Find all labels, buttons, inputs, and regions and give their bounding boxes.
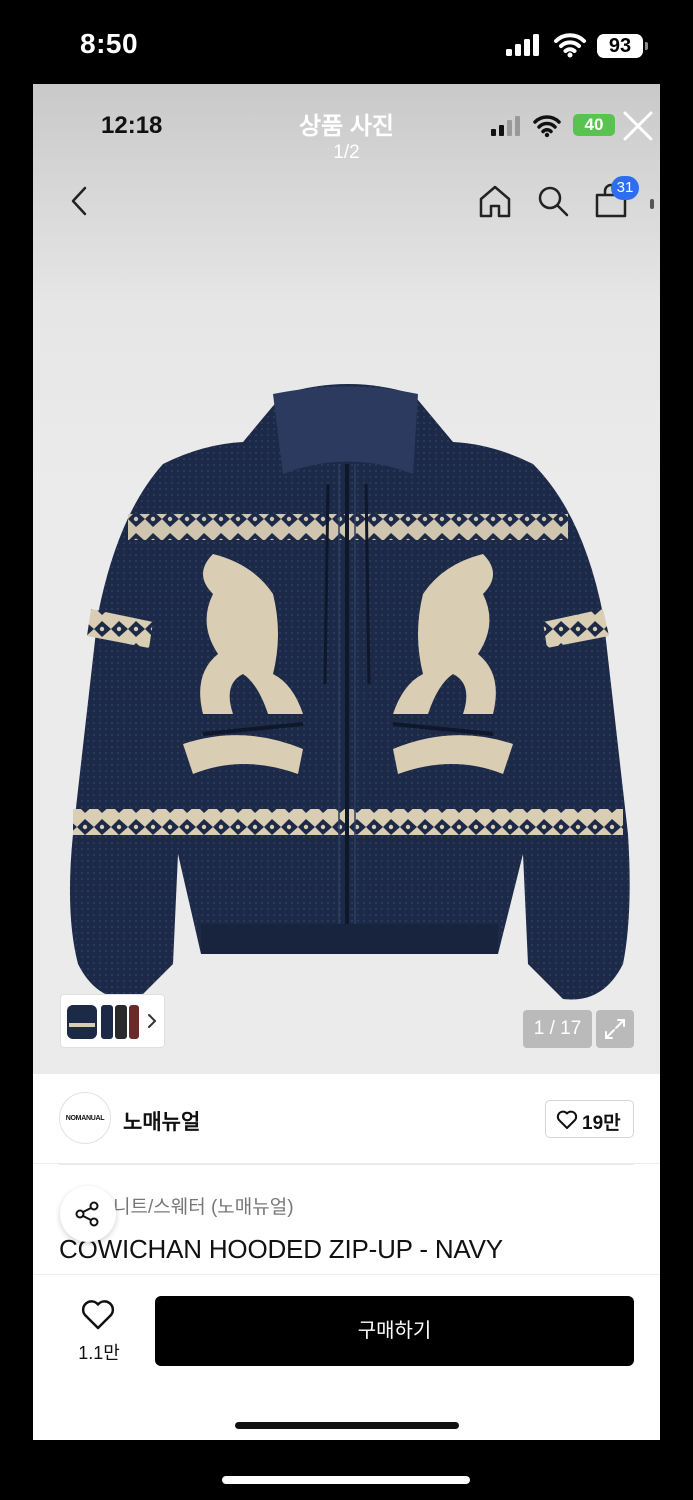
inner-signal-icon bbox=[491, 116, 520, 136]
brand-name[interactable]: 노매뉴얼 bbox=[123, 1106, 200, 1136]
bottom-action-bar: 1.1만 구매하기 bbox=[33, 1274, 660, 1440]
share-icon bbox=[75, 1201, 99, 1227]
back-icon[interactable] bbox=[65, 183, 93, 219]
share-button[interactable] bbox=[60, 1186, 116, 1242]
wifi-icon bbox=[554, 33, 586, 58]
cart-count-badge: 31 bbox=[611, 176, 639, 200]
viewer-page-counter: 1/2 bbox=[333, 142, 360, 163]
thumbnail-strip[interactable] bbox=[60, 994, 165, 1048]
wishlist-button[interactable]: 1.1만 bbox=[73, 1299, 125, 1369]
heart-icon bbox=[556, 1110, 578, 1129]
buy-button[interactable]: 구매하기 bbox=[155, 1296, 634, 1366]
inner-wifi-icon bbox=[533, 115, 561, 138]
brand-like-button[interactable]: 19만 bbox=[545, 1100, 634, 1138]
scroll-indicator bbox=[650, 199, 654, 209]
outer-status-bar: 8:50 93 bbox=[0, 0, 693, 84]
viewer-header: 12:18 상품 사진 1/2 40 bbox=[33, 84, 660, 164]
home-indicator[interactable] bbox=[222, 1476, 470, 1484]
screenshot-viewer: 12:18 상품 사진 1/2 40 31 1 / 17 NOMANUAL 노매… bbox=[33, 84, 660, 1440]
battery-nub bbox=[645, 42, 648, 50]
product-gallery[interactable]: 12:18 상품 사진 1/2 40 31 1 / 17 bbox=[33, 84, 660, 1074]
search-icon[interactable] bbox=[535, 183, 571, 219]
battery-indicator: 93 bbox=[597, 34, 643, 58]
brand-logo[interactable]: NOMANUAL bbox=[59, 1092, 111, 1144]
divider bbox=[59, 1164, 634, 1165]
product-category[interactable]: 니트/스웨터 (노매뉴얼) bbox=[113, 1192, 294, 1219]
inner-battery-indicator: 40 bbox=[573, 114, 615, 136]
thumbnail-images bbox=[67, 1005, 139, 1039]
viewer-title: 상품 사진 bbox=[299, 113, 394, 140]
wishlist-count: 1.1만 bbox=[78, 1343, 120, 1363]
brand-row[interactable]: NOMANUAL 노매뉴얼 19만 bbox=[33, 1074, 660, 1164]
home-icon[interactable] bbox=[477, 183, 513, 219]
chevron-right-icon[interactable] bbox=[145, 1009, 159, 1033]
inner-home-indicator bbox=[235, 1422, 459, 1429]
cellular-signal-icon bbox=[506, 34, 539, 56]
expand-icon[interactable] bbox=[596, 1010, 634, 1048]
app-top-nav: 31 bbox=[33, 176, 660, 227]
product-title: COWICHAN HOODED ZIP-UP - NAVY bbox=[59, 1234, 503, 1264]
heart-icon bbox=[81, 1300, 115, 1330]
brand-like-count: 19만 bbox=[582, 1113, 621, 1134]
image-counter: 1 / 17 bbox=[523, 1010, 592, 1048]
product-image[interactable] bbox=[43, 354, 643, 1034]
close-icon[interactable] bbox=[620, 108, 656, 144]
outer-clock: 8:50 bbox=[80, 28, 139, 59]
